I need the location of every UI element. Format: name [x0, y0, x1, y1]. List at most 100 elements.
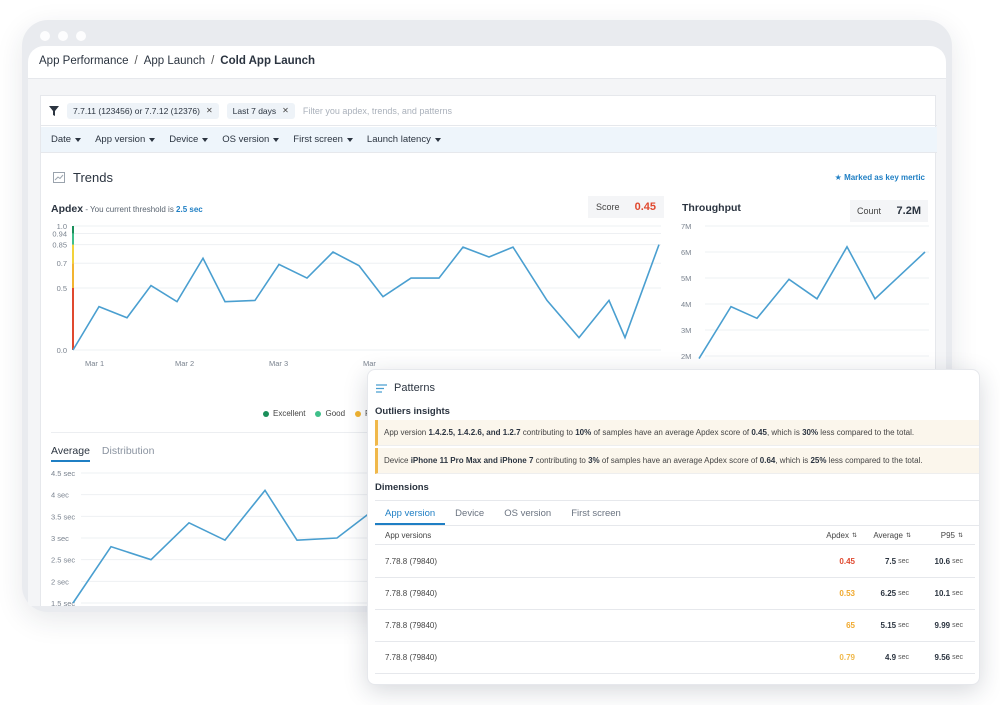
legend-item-excellent[interactable]: Excellent — [263, 409, 305, 418]
cell-unit: sec — [952, 654, 963, 661]
close-icon[interactable]: ✕ — [282, 106, 289, 115]
breadcrumb-separator: / — [211, 55, 215, 67]
cell-value: 7.5 — [884, 557, 897, 566]
sort-icon[interactable]: ⇅ — [958, 532, 963, 539]
filter-chip-date[interactable]: Last 7 days ✕ — [226, 102, 295, 119]
tab-device[interactable]: Device — [445, 501, 494, 525]
sort-icon[interactable]: ⇅ — [906, 532, 911, 539]
legend-item-good[interactable]: Good — [315, 409, 345, 418]
apdex-score-box: Score 0.45 — [588, 196, 664, 218]
column-header-app-versions: App versions — [385, 531, 432, 540]
average-tabs: Average Distribution — [51, 445, 154, 462]
dimension-label: Device — [169, 134, 199, 145]
dimension-first-screen-dropdown[interactable]: First screen — [293, 134, 353, 145]
dimension-label: App version — [95, 134, 146, 145]
insight-text-part: less compared to the total. — [826, 456, 923, 465]
breadcrumb-item-app-performance[interactable]: App Performance — [39, 55, 129, 67]
column-header-apdex[interactable]: Apdex ⇅ — [826, 527, 857, 544]
insight-row[interactable]: App version 1.4.2.5, 1.4.2.6, and 1.2.7 … — [375, 420, 979, 446]
cell-app-version: 7.78.8 (79840) — [385, 557, 438, 566]
dimensions-tabs: App version Device OS version First scre… — [375, 500, 979, 526]
cell-p95: 9.99 sec — [935, 610, 963, 641]
legend-dot — [263, 410, 269, 417]
cell-value: 6.25 — [880, 589, 897, 598]
key-metric-link[interactable]: ★ Marked as key mertic — [835, 173, 925, 182]
column-header-label: P95 — [940, 531, 955, 540]
cell-p95: 9.56 sec — [935, 642, 963, 673]
filter-input[interactable]: Filter you apdex, trends, and patterns — [303, 106, 452, 116]
cell-value: 5.15 — [880, 621, 897, 630]
tab-app-version[interactable]: App version — [375, 501, 446, 525]
cell-app-version: 7.78.8 (79840) — [385, 621, 438, 630]
insight-text-part: , which is — [775, 456, 811, 465]
dimension-bar: Date App version Device OS version First… — [41, 127, 937, 153]
chevron-down-icon — [434, 137, 441, 142]
window-dot-minimize[interactable] — [58, 31, 68, 41]
dimension-launch-latency-dropdown[interactable]: Launch latency — [367, 134, 441, 145]
insight-text: Device iPhone 11 Pro Max and iPhone 7 co… — [384, 456, 923, 465]
x-tick-label: Mar — [363, 359, 376, 368]
apdex-threshold-link[interactable]: 2.5 sec — [176, 205, 203, 214]
legend-dot — [355, 410, 362, 417]
close-icon[interactable]: ✕ — [206, 106, 213, 115]
count-value: 7.2M — [896, 205, 921, 217]
insight-text-part: less compared to the total. — [818, 428, 915, 437]
tab-distribution[interactable]: Distribution — [102, 445, 155, 462]
cell-apdex: 0.79 — [839, 653, 855, 662]
table-row[interactable]: 7.78.8 (79840) 0.79 4.9 sec 9.56 sec — [375, 642, 975, 674]
legend-dot — [315, 410, 322, 417]
dimension-app-version-dropdown[interactable]: App version — [95, 134, 156, 145]
throughput-chart: 2M 3M 4M 5M 6M 7M — [681, 222, 929, 361]
throughput-title: Throughput — [682, 202, 741, 214]
cell-apdex: 0.45 — [839, 557, 855, 566]
window-controls — [40, 31, 86, 41]
column-header-p95[interactable]: P95 ⇅ — [941, 527, 963, 544]
window-dot-close[interactable] — [40, 31, 50, 41]
column-header-label: Average — [873, 531, 903, 540]
insight-row[interactable]: Device iPhone 11 Pro Max and iPhone 7 co… — [375, 448, 979, 474]
average-series-line — [72, 488, 372, 604]
cell-value: 10.1 — [934, 589, 951, 598]
tab-first-screen[interactable]: First screen — [561, 501, 631, 525]
cell-unit: sec — [952, 590, 963, 597]
cell-average: 5.15 sec — [881, 610, 909, 641]
dimension-label: Launch latency — [366, 134, 431, 145]
cell-average: 6.25 sec — [881, 578, 909, 609]
table-row[interactable]: 7.78.8 (79840) 0.45 7.5 sec 10.6 sec — [375, 546, 975, 578]
table-row[interactable]: 7.78.8 (79840) 0.53 6.25 sec 10.1 sec — [375, 578, 975, 610]
chevron-down-icon — [346, 137, 353, 142]
column-header-average[interactable]: Average ⇅ — [873, 527, 911, 544]
dimension-os-version-dropdown[interactable]: OS version — [222, 134, 280, 145]
dimension-device-dropdown[interactable]: Device — [169, 134, 209, 145]
legend-label: Good — [325, 409, 346, 418]
patterns-heading: Patterns — [376, 382, 435, 394]
chart-icon — [53, 172, 65, 183]
count-label: Count — [857, 206, 882, 216]
score-label: Score — [596, 202, 620, 212]
score-value: 0.45 — [634, 201, 656, 213]
insight-highlight: 25% — [810, 456, 827, 465]
dimension-date-dropdown[interactable]: Date — [51, 134, 82, 145]
tab-average[interactable]: Average — [51, 445, 90, 462]
tab-os-version[interactable]: OS version — [494, 501, 561, 525]
cell-unit: sec — [898, 590, 909, 597]
breadcrumb-item-current: Cold App Launch — [220, 55, 316, 67]
y-tick-label: 3 sec — [51, 534, 69, 543]
table-row[interactable]: 7.78.8 (79840) 65 5.15 sec 9.99 sec — [375, 610, 975, 642]
cell-value: 9.56 — [934, 653, 951, 662]
chevron-down-icon — [75, 137, 82, 142]
breadcrumb-item-app-launch[interactable]: App Launch — [144, 55, 205, 67]
insight-highlight: 0.64 — [759, 456, 776, 465]
dimension-label: First screen — [293, 134, 343, 145]
window-dot-maximize[interactable] — [76, 31, 86, 41]
y-tick-label: 5M — [681, 274, 691, 283]
cell-average: 7.5 sec — [885, 546, 909, 577]
legend-label: Excellent — [273, 409, 306, 418]
y-tick-label: 3M — [681, 326, 691, 335]
insight-text-part: of samples have an average Apdex score o… — [599, 456, 760, 465]
cell-apdex: 0.53 — [839, 589, 855, 598]
breadcrumb-separator: / — [134, 55, 138, 67]
filter-chip-version[interactable]: 7.7.11 (123456) or 7.7.12 (12376) ✕ — [67, 102, 219, 119]
sort-icon[interactable]: ⇅ — [852, 532, 857, 539]
filter-icon[interactable] — [49, 105, 59, 116]
